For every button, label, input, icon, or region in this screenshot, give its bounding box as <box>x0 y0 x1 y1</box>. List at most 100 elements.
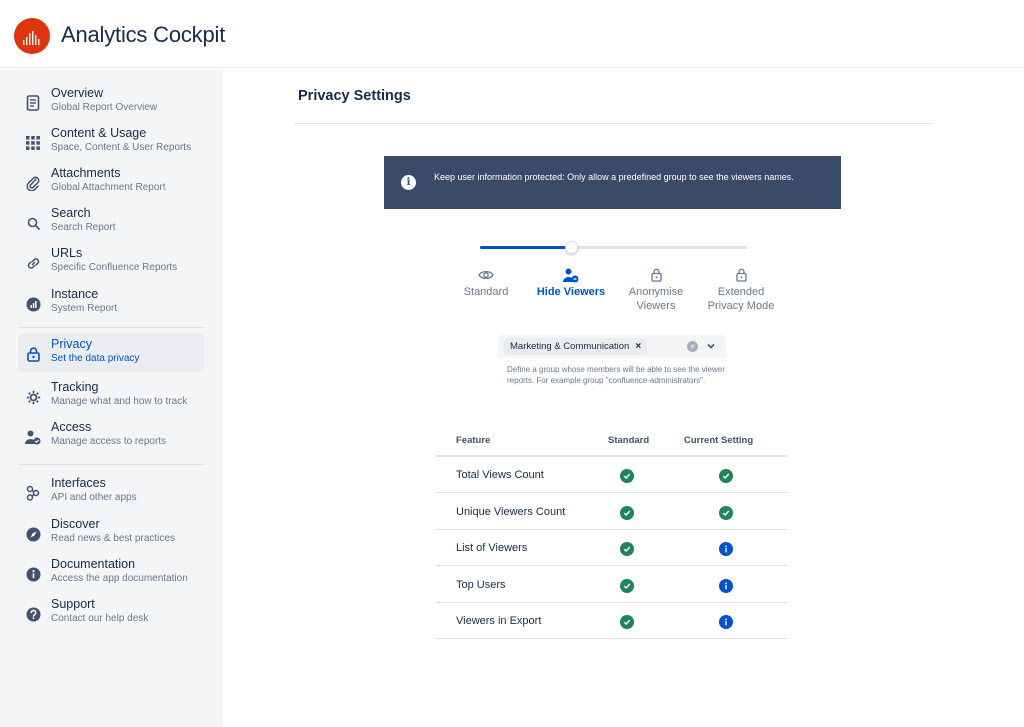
selected-group-label: Marketing & Communication <box>510 341 630 352</box>
clear-icon[interactable]: × <box>687 341 698 352</box>
selected-group-chip: Marketing & Communication × <box>504 338 648 355</box>
lock-icon <box>696 266 786 284</box>
sidebar-divider <box>18 327 204 328</box>
sidebar-item-title: Tracking <box>51 380 99 394</box>
privacy-level-label: Extended <box>717 286 765 298</box>
check-circle-icon <box>620 615 634 629</box>
sidebar-item-title: URLs <box>51 246 83 260</box>
privacy-level-hide-viewers[interactable]: Hide Viewers <box>526 266 616 300</box>
sidebar-nav: Overview Global Report Overview Content … <box>0 69 223 727</box>
column-header-current-setting: Current Setting <box>684 435 754 446</box>
info-icon: i <box>401 175 416 190</box>
sidebar-item-subtitle: Contact our help desk <box>51 613 149 624</box>
privacy-level-label: Anonymise <box>628 286 684 298</box>
privacy-slider-handle[interactable] <box>564 241 578 254</box>
sidebar-item-subtitle: Manage access to reports <box>51 436 167 447</box>
sidebar-item-title: Search <box>51 206 91 220</box>
sidebar-item-title: Interfaces <box>51 476 106 490</box>
privacy-level-label: Standard <box>463 286 509 298</box>
sidebar-item-access[interactable]: Access Manage access to reports <box>18 417 204 455</box>
grid-icon <box>24 134 42 152</box>
feature-name: Total Views Count <box>456 469 544 481</box>
privacy-level-label: Hide Viewers <box>536 286 606 298</box>
privacy-level-label-line2: Privacy Mode <box>707 300 775 312</box>
gear-icon <box>24 388 42 406</box>
sidebar-item-tracking[interactable]: Tracking Manage what and how to track <box>18 377 204 415</box>
user-check-icon <box>24 428 42 446</box>
bar-chart-icon <box>23 31 40 45</box>
sidebar-item-subtitle: API and other apps <box>51 492 137 503</box>
question-icon <box>24 605 42 623</box>
user-hide-icon <box>526 266 616 284</box>
info-banner: i Keep user information protected: Only … <box>384 156 841 209</box>
feature-name: Top Users <box>456 578 506 591</box>
sidebar-item-subtitle: Global Attachment Report <box>51 182 166 193</box>
sidebar-item-interfaces[interactable]: Interfaces API and other apps <box>18 473 204 511</box>
sidebar-item-documentation[interactable]: Documentation Access the app documentati… <box>18 554 204 592</box>
instance-icon <box>24 295 42 313</box>
app-header: Analytics Cockpit <box>0 0 1024 68</box>
privacy-level-standard[interactable]: Standard <box>441 266 531 300</box>
info-icon <box>24 565 42 583</box>
check-circle-icon <box>719 469 733 483</box>
sidebar-item-subtitle: Search Report <box>51 222 116 233</box>
sidebar-item-urls[interactable]: URLs Specific Confluence Reports <box>18 243 204 281</box>
sidebar-item-privacy[interactable]: Privacy Set the data privacy <box>18 334 204 372</box>
info-icon <box>719 615 733 629</box>
sidebar-item-content-usage[interactable]: Content & Usage Space, Content & User Re… <box>18 123 204 161</box>
sidebar-item-title: Support <box>51 597 95 611</box>
table-row: Total Views Count <box>436 457 787 493</box>
check-circle-icon <box>620 542 634 556</box>
interfaces-icon <box>24 484 42 502</box>
sidebar-item-attachments[interactable]: Attachments Global Attachment Report <box>18 163 204 201</box>
sidebar-item-title: Discover <box>51 517 100 531</box>
sidebar-item-title: Overview <box>51 86 104 100</box>
privacy-slider-fill <box>480 246 571 249</box>
feature-name: Viewers in Export <box>456 615 542 627</box>
sidebar-item-title: Access <box>51 420 92 434</box>
privacy-level-anonymise-viewers[interactable]: Anonymise Viewers <box>611 266 701 312</box>
column-header-standard: Standard <box>608 435 650 446</box>
table-row: List of Viewers <box>436 530 787 566</box>
title-divider <box>294 123 931 124</box>
sidebar-item-subtitle: Global Report Overview <box>51 102 158 113</box>
document-icon <box>24 94 42 112</box>
chevron-down-icon[interactable] <box>706 341 716 351</box>
remove-chip-icon[interactable]: × <box>635 341 641 352</box>
sidebar-item-subtitle: Set the data privacy <box>51 353 140 364</box>
sidebar-item-title: Instance <box>51 287 99 301</box>
banner-text: Keep user information protected: Only al… <box>434 172 794 182</box>
info-icon <box>719 578 733 593</box>
analytics-logo[interactable] <box>14 18 50 54</box>
sidebar-item-subtitle: Manage what and how to track <box>51 396 188 407</box>
sidebar-item-title: Documentation <box>51 557 136 571</box>
sidebar-item-title: Attachments <box>51 166 121 180</box>
lock-icon <box>24 345 42 363</box>
check-circle-icon <box>719 505 733 520</box>
sidebar-item-subtitle: Space, Content & User Reports <box>51 142 192 153</box>
compass-icon <box>24 525 42 543</box>
privacy-level-extended-privacy[interactable]: Extended Privacy Mode <box>696 266 786 312</box>
app-title: Analytics Cockpit <box>61 22 226 47</box>
link-icon <box>24 254 42 272</box>
table-row: Unique Viewers Count <box>436 494 787 530</box>
page-title: Privacy Settings <box>298 88 411 104</box>
table-row: Viewers in Export <box>436 603 787 639</box>
feature-name: Unique Viewers Count <box>456 505 566 518</box>
sidebar-item-support[interactable]: Support Contact our help desk <box>18 594 204 632</box>
sidebar-item-overview[interactable]: Overview Global Report Overview <box>18 83 204 121</box>
sidebar-divider <box>18 464 204 465</box>
check-circle-icon <box>620 578 634 593</box>
sidebar-item-discover[interactable]: Discover Read news & best practices <box>18 514 204 552</box>
sidebar-item-subtitle: Access the app documentation <box>51 573 188 584</box>
group-select[interactable]: Marketing & Communication × × <box>498 335 726 358</box>
sidebar-item-search[interactable]: Search Search Report <box>18 203 204 241</box>
sidebar-item-subtitle: Read news & best practices <box>51 533 175 544</box>
feature-name: List of Viewers <box>456 542 528 554</box>
sidebar-item-title: Content & Usage <box>51 126 147 140</box>
sidebar-item-instance[interactable]: Instance System Report <box>18 284 204 322</box>
table-row: Top Users <box>436 567 787 603</box>
check-circle-icon <box>620 505 634 520</box>
search-icon <box>24 214 42 232</box>
check-circle-icon <box>620 469 634 483</box>
